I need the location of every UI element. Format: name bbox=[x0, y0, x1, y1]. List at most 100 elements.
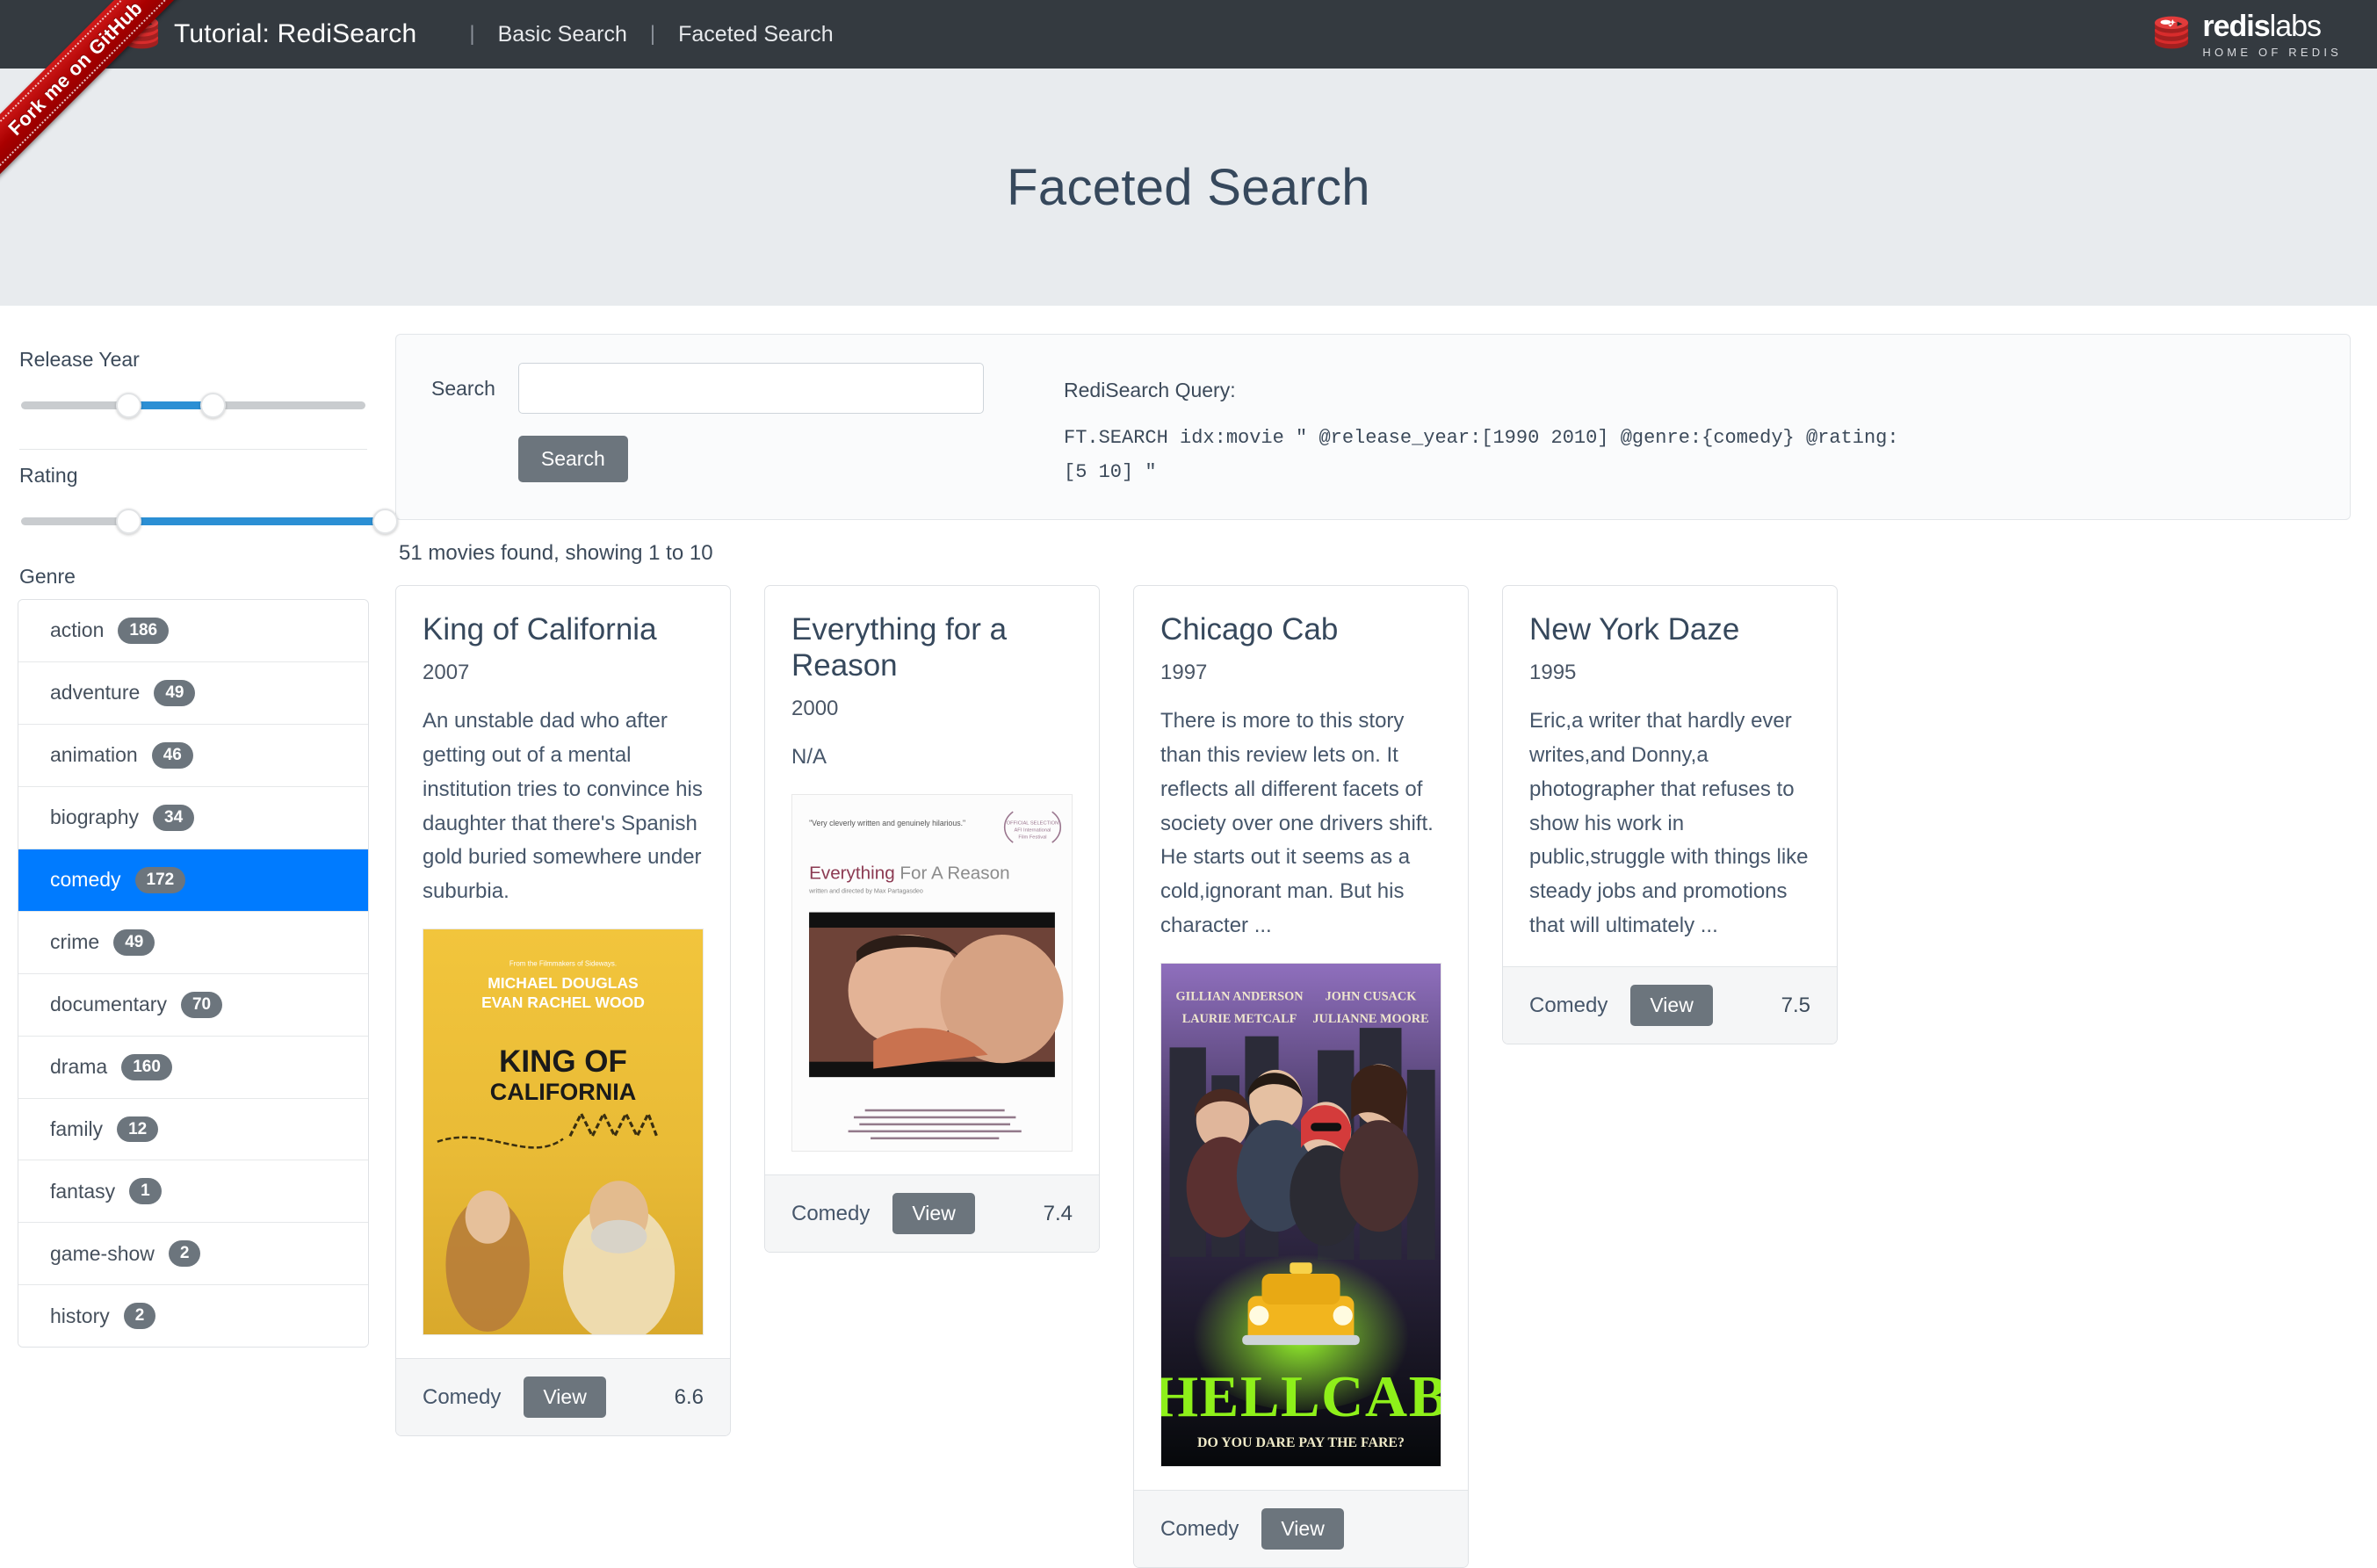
movie-description: An unstable dad who after getting out of… bbox=[423, 708, 703, 904]
redislabs-stack-icon bbox=[2153, 16, 2190, 53]
svg-text:JOHN CUSACK: JOHN CUSACK bbox=[1326, 989, 1418, 1003]
movie-card: Chicago Cab 1997 There is more to this sto… bbox=[1133, 585, 1469, 1568]
navbar-right: redislabs HOME OF REDIS bbox=[2153, 11, 2342, 58]
genre-item-count: 2 bbox=[168, 1240, 201, 1268]
search-button[interactable]: Search bbox=[517, 436, 628, 482]
svg-text:JULIANNE MOORE: JULIANNE MOORE bbox=[1312, 1012, 1428, 1026]
genre-facet-list: action 186 adventure 49 animation 46 biography… bbox=[18, 599, 369, 1348]
svg-text:GILLIAN ANDERSON: GILLIAN ANDERSON bbox=[1176, 989, 1304, 1003]
movie-card: New York Daze 1995 Eric,a writer that hard… bbox=[1502, 585, 1838, 1045]
genre-item-action[interactable]: action 186 bbox=[18, 600, 368, 662]
movie-year: 2007 bbox=[423, 660, 470, 684]
svg-text:OFFICIAL SELECTION: OFFICIAL SELECTION bbox=[1007, 820, 1059, 826]
rating-slider-range bbox=[128, 517, 385, 525]
movie-genre: Comedy bbox=[791, 1201, 871, 1225]
nav-link-basic-search[interactable]: Basic Search bbox=[498, 22, 627, 47]
svg-text:"Very cleverly written and gen: "Very cleverly written and genuinely hil… bbox=[809, 819, 965, 827]
movie-title: New York Daze bbox=[1529, 612, 1740, 647]
genre-item-animation[interactable]: animation 46 bbox=[18, 724, 368, 787]
movie-rating: 7.4 bbox=[1043, 1201, 1073, 1225]
svg-text:MICHAEL DOUGLAS: MICHAEL DOUGLAS bbox=[488, 974, 638, 992]
genre-item-count: 172 bbox=[134, 866, 186, 893]
movie-poster: From the Filmmakers of Sideways. MICHAEL… bbox=[423, 929, 704, 1336]
rating-slider-handle-min[interactable] bbox=[116, 509, 142, 534]
genre-item-count: 49 bbox=[113, 929, 155, 956]
genre-item-label: biography bbox=[50, 806, 140, 829]
genre-item-label: crime bbox=[50, 930, 100, 954]
search-form: Search Search bbox=[431, 363, 1064, 482]
search-input[interactable] bbox=[517, 363, 984, 414]
genre-item-label: history bbox=[50, 1304, 110, 1327]
fork-me-on-github-ribbon[interactable]: Fork me on GitHub bbox=[0, 0, 228, 228]
genre-item-documentary[interactable]: documentary 70 bbox=[18, 973, 368, 1037]
genre-item-biography[interactable]: biography 34 bbox=[18, 786, 368, 849]
genre-item-label: action bbox=[50, 618, 105, 642]
svg-text:Film Festival: Film Festival bbox=[1018, 835, 1046, 840]
nav-link-faceted-search[interactable]: Faceted Search bbox=[678, 22, 834, 47]
genre-item-count: 2 bbox=[123, 1303, 156, 1330]
genre-item-fantasy[interactable]: fantasy 1 bbox=[18, 1160, 368, 1224]
genre-item-crime[interactable]: crime 49 bbox=[18, 911, 368, 974]
rating-slider-handle-max[interactable] bbox=[372, 509, 398, 534]
search-column: Search bbox=[517, 363, 984, 482]
movie-card-body: New York Daze 1995 Eric,a writer that hard… bbox=[1503, 586, 1837, 966]
redislabs-wordmark: redislabs HOME OF REDIS bbox=[2202, 11, 2342, 58]
genre-item-adventure[interactable]: adventure 49 bbox=[18, 661, 368, 725]
movie-genre: Comedy bbox=[1160, 1516, 1239, 1541]
movie-title: Chicago Cab bbox=[1160, 612, 1339, 647]
svg-text:Everything For A Reason: Everything For A Reason bbox=[809, 863, 1010, 883]
view-button[interactable]: View bbox=[524, 1377, 606, 1419]
genre-item-label: animation bbox=[50, 743, 138, 767]
genre-item-count: 186 bbox=[118, 618, 170, 644]
view-button[interactable]: View bbox=[892, 1193, 975, 1235]
rating-label: Rating bbox=[19, 464, 78, 487]
movie-poster: GILLIAN ANDERSON JOHN CUSACK LAURIE METC… bbox=[1160, 963, 1441, 1468]
redislabs-logo[interactable]: redislabs HOME OF REDIS bbox=[2153, 11, 2342, 58]
genre-item-count: 70 bbox=[180, 991, 223, 1018]
redislabs-suffix: labs bbox=[2269, 9, 2322, 43]
genre-item-count: 34 bbox=[153, 804, 195, 831]
top-navbar: Tutorial: RediSearch | Basic Search | Fa… bbox=[0, 0, 2377, 69]
movie-card: King of California 2007 An unstable dad wh… bbox=[395, 585, 731, 1437]
genre-label: Genre bbox=[19, 565, 76, 588]
redislabs-name: redis bbox=[2202, 9, 2270, 43]
svg-text:DO YOU DARE PAY THE FARE?: DO YOU DARE PAY THE FARE? bbox=[1197, 1435, 1405, 1450]
search-label: Search bbox=[431, 377, 495, 400]
facet-sidebar: Release Year Rating Genre action 186 adven… bbox=[0, 306, 398, 1348]
redisearch-query-panel: RediSearch Query: FT.SEARCH idx:movie " … bbox=[1064, 363, 2315, 489]
genre-item-label: drama bbox=[50, 1055, 108, 1079]
svg-text:CALIFORNIA: CALIFORNIA bbox=[490, 1079, 637, 1105]
release-year-label: Release Year bbox=[19, 348, 140, 371]
movie-card: Everything for a Reason 2000 N/A "Very cle… bbox=[764, 585, 1100, 1254]
movie-description: There is more to this story than this re… bbox=[1160, 708, 1434, 938]
genre-item-game-show[interactable]: game-show 2 bbox=[18, 1223, 368, 1286]
movie-card-footer: Comedy View 6.6 bbox=[396, 1358, 730, 1436]
genre-item-comedy[interactable]: comedy 172 bbox=[18, 849, 368, 912]
movie-year: 1995 bbox=[1529, 660, 1577, 684]
nav-links: | Basic Search | Faceted Search bbox=[446, 22, 833, 47]
movie-card-body: Everything for a Reason 2000 N/A "Very cle… bbox=[765, 586, 1099, 1174]
rating-slider[interactable] bbox=[18, 505, 398, 535]
genre-item-label: comedy bbox=[50, 868, 121, 892]
ribbon-band[interactable]: Fork me on GitHub bbox=[0, 0, 209, 202]
movie-year: 2000 bbox=[791, 696, 839, 720]
movie-genre: Comedy bbox=[423, 1384, 502, 1409]
hero-banner: Faceted Search bbox=[0, 69, 2377, 306]
page-title: Faceted Search bbox=[1007, 158, 1370, 216]
movie-rating: 7.5 bbox=[1781, 993, 1810, 1017]
main-content: Search Search RediSearch Query: FT.SEARC… bbox=[385, 306, 2377, 1568]
svg-text:KING OF: KING OF bbox=[499, 1044, 627, 1079]
release-year-slider-handle-max[interactable] bbox=[200, 393, 227, 418]
release-year-slider[interactable] bbox=[18, 389, 369, 419]
movie-card-footer: Comedy View 7.5 bbox=[1503, 966, 1837, 1044]
query-text: FT.SEARCH idx:movie " @release_year:[199… bbox=[1064, 427, 1899, 483]
view-button[interactable]: View bbox=[1630, 985, 1713, 1027]
release-year-slider-handle-min[interactable] bbox=[116, 393, 142, 418]
view-button[interactable]: View bbox=[1261, 1508, 1344, 1550]
genre-item-family[interactable]: family 12 bbox=[18, 1098, 368, 1161]
search-panel: Search Search RediSearch Query: FT.SEARC… bbox=[395, 334, 2351, 520]
genre-item-label: game-show bbox=[50, 1241, 155, 1265]
genre-item-drama[interactable]: drama 160 bbox=[18, 1036, 368, 1099]
movie-card-body: Chicago Cab 1997 There is more to this sto… bbox=[1134, 586, 1468, 1490]
query-title: RediSearch Query: bbox=[1064, 379, 1236, 401]
